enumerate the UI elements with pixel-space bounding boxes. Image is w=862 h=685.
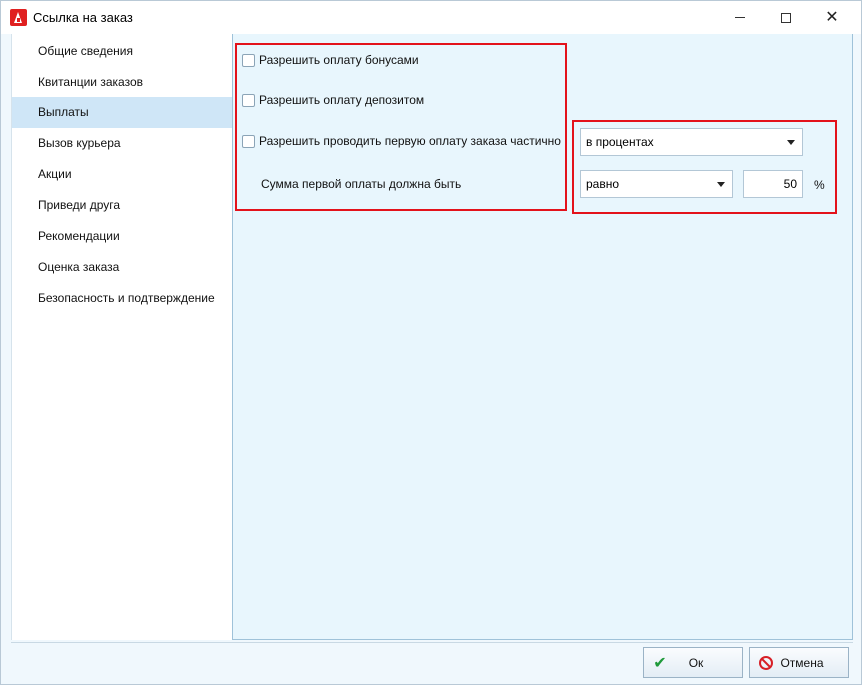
sidebar-item-courier[interactable]: Вызов курьера xyxy=(12,128,232,159)
cancel-button[interactable]: Отмена xyxy=(749,647,849,678)
highlight-box-options xyxy=(235,43,567,211)
cancel-icon xyxy=(759,655,773,670)
maximize-icon xyxy=(781,12,791,23)
close-icon: ✕ xyxy=(825,8,839,26)
sidebar-item-recommendations[interactable]: Рекомендации xyxy=(12,221,232,252)
app-logo-icon xyxy=(10,9,27,26)
title-bar: Ссылка на заказ ✕ xyxy=(1,1,861,34)
ok-button-label: Ок xyxy=(688,655,704,670)
sidebar-item-order-rating[interactable]: Оценка заказа xyxy=(12,252,232,283)
window-title: Ссылка на заказ xyxy=(33,10,133,25)
highlight-box-controls xyxy=(572,120,837,214)
check-icon: ✔ xyxy=(653,654,667,672)
sidebar-item-refer-friend[interactable]: Приведи друга xyxy=(12,190,232,221)
minimize-button[interactable] xyxy=(717,1,763,34)
maximize-button[interactable] xyxy=(763,1,809,34)
cancel-button-label: Отмена xyxy=(780,655,824,670)
settings-sidebar: Общие сведения Квитанции заказов Выплаты… xyxy=(11,34,232,640)
sidebar-item-payments[interactable]: Выплаты xyxy=(12,97,232,128)
sidebar-item-general[interactable]: Общие сведения xyxy=(12,36,232,67)
sidebar-item-security[interactable]: Безопасность и подтверждение xyxy=(12,283,232,314)
close-button[interactable]: ✕ xyxy=(809,1,855,34)
dialog-window: Ссылка на заказ ✕ Общие сведения Квитанц… xyxy=(0,0,862,685)
sidebar-item-receipts[interactable]: Квитанции заказов xyxy=(12,67,232,98)
minimize-icon xyxy=(735,17,745,18)
ok-button[interactable]: ✔ Ок xyxy=(643,647,743,678)
footer-divider xyxy=(11,642,853,643)
sidebar-item-promotions[interactable]: Акции xyxy=(12,159,232,190)
